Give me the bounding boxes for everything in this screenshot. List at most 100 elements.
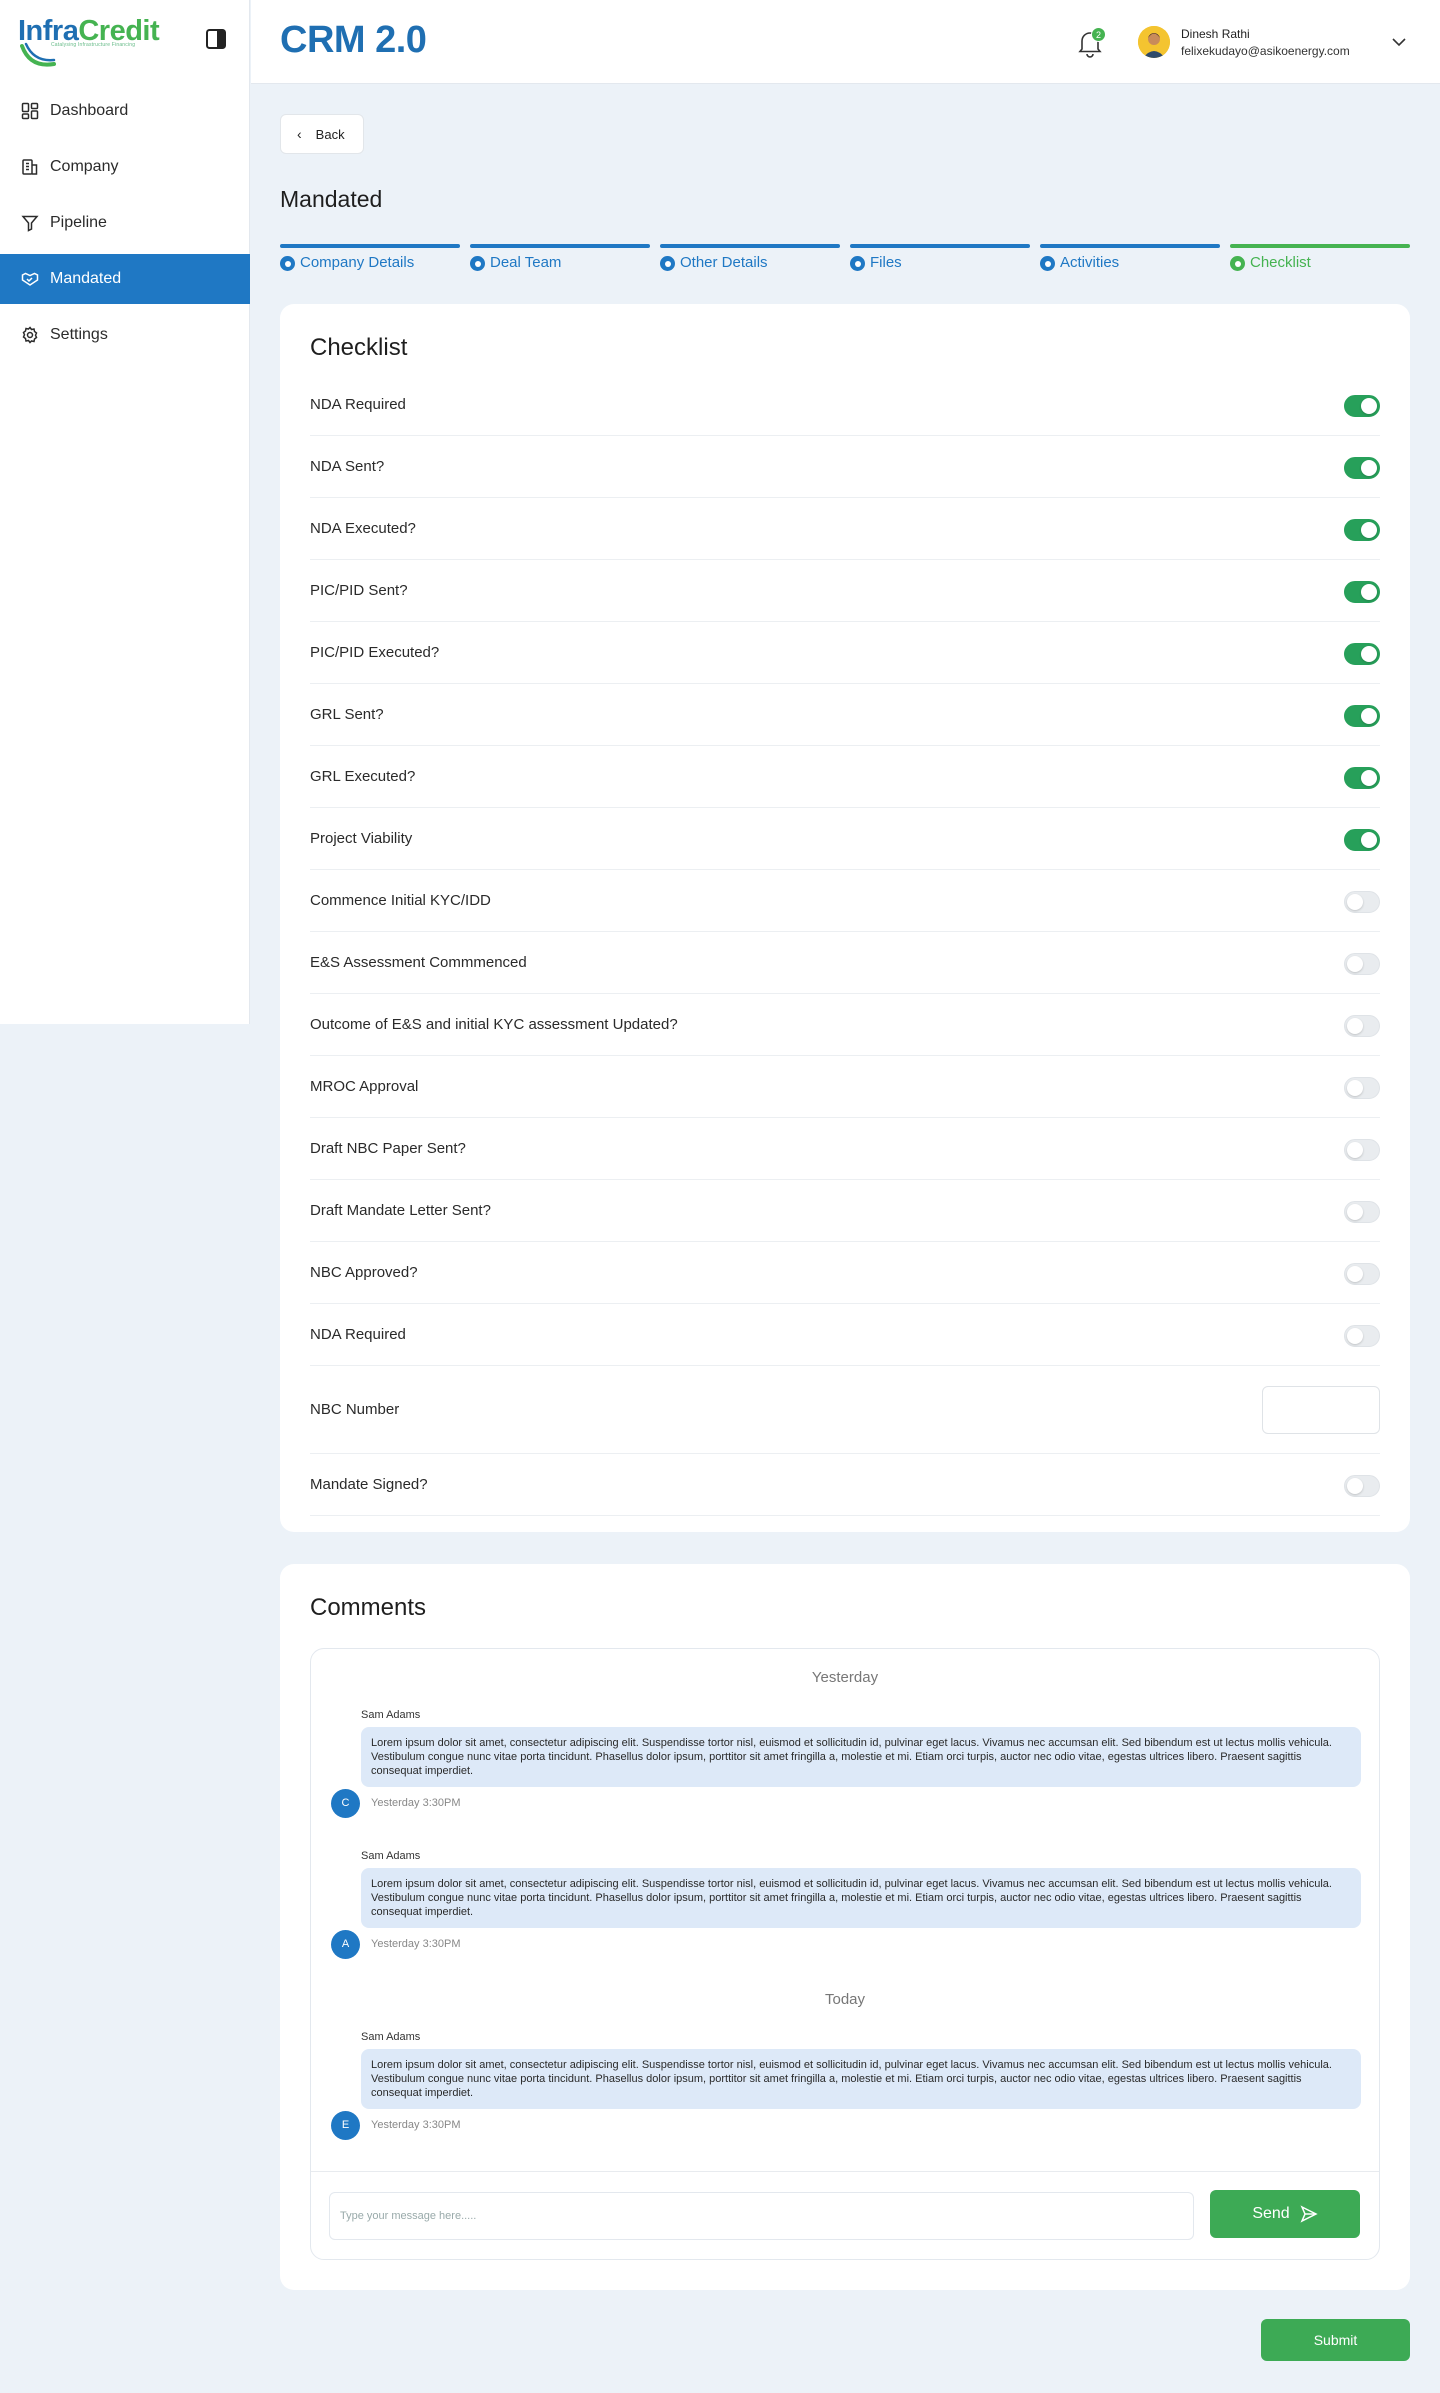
step-dot-icon xyxy=(660,256,675,271)
checklist-row-mandate-signed: Mandate Signed? xyxy=(310,1454,1380,1516)
step-bar xyxy=(1230,244,1410,248)
step-files[interactable]: Files xyxy=(850,244,1030,274)
checklist-item-label: E&S Assessment Commmenced xyxy=(310,954,527,971)
checklist-toggle[interactable] xyxy=(1344,1263,1380,1285)
comment-time: Yesterday 3:30PM xyxy=(371,1797,461,1809)
infracredit-logo[interactable]: InfraCredit Catalysing Infrastructure Fi… xyxy=(18,14,160,67)
toggle-knob xyxy=(1361,460,1377,476)
step-bar xyxy=(1040,244,1220,248)
step-bar xyxy=(470,244,650,248)
checklist-toggle[interactable] xyxy=(1344,953,1380,975)
sidebar: InfraCredit Catalysing Infrastructure Fi… xyxy=(0,0,250,1024)
checklist-toggle[interactable] xyxy=(1344,705,1380,727)
step-progress: Company Details Deal Team Other Details … xyxy=(280,244,1410,274)
toggle-knob xyxy=(1361,398,1377,414)
logo-tagline: Catalysing Infrastructure Financing xyxy=(51,42,136,48)
comment-author: Sam Adams xyxy=(361,1850,421,1862)
back-button-label: Back xyxy=(315,126,345,142)
comment-author: Sam Adams xyxy=(361,2031,421,2043)
checklist-item-label: NBC Approved? xyxy=(310,1264,418,1281)
comment-composer: Send xyxy=(311,2171,1379,2259)
checklist-row: GRL Sent? xyxy=(310,684,1380,746)
checklist-item-label: Draft Mandate Letter Sent? xyxy=(310,1202,491,1219)
checklist-toggle[interactable] xyxy=(1344,1139,1380,1161)
checklist-toggle[interactable] xyxy=(1344,891,1380,913)
sidebar-item-label: Settings xyxy=(50,326,108,343)
step-dot-icon xyxy=(280,256,295,271)
checklist-item-label: NDA Executed? xyxy=(310,520,416,537)
checklist-row: MROC Approval xyxy=(310,1056,1380,1118)
toggle-knob xyxy=(1347,1328,1363,1344)
checklist-toggle[interactable] xyxy=(1344,581,1380,603)
step-checklist[interactable]: Checklist xyxy=(1230,244,1410,274)
step-dot-icon xyxy=(1230,256,1245,271)
send-button-label: Send xyxy=(1252,2205,1290,2222)
handshake-icon xyxy=(20,269,40,289)
checklist-item-label: NDA Required xyxy=(310,1326,406,1343)
sidebar-item-dashboard[interactable]: Dashboard xyxy=(0,86,250,136)
avatar-person-icon xyxy=(1138,26,1170,58)
nbc-number-label: NBC Number xyxy=(310,1401,400,1418)
checklist-toggle[interactable] xyxy=(1344,1325,1380,1347)
sidebar-toggle-icon[interactable] xyxy=(205,28,227,50)
checklist-toggle[interactable] xyxy=(1344,643,1380,665)
step-label: Other Details xyxy=(680,254,768,271)
checklist-row: E&S Assessment Commmenced xyxy=(310,932,1380,994)
toggle-knob xyxy=(1361,646,1377,662)
toggle-knob xyxy=(1347,894,1363,910)
checklist-item-label: Draft NBC Paper Sent? xyxy=(310,1140,466,1157)
checklist-toggle[interactable] xyxy=(1344,767,1380,789)
toggle-knob xyxy=(1361,832,1377,848)
checklist-row: Commence Initial KYC/IDD xyxy=(310,870,1380,932)
submit-button[interactable]: Submit xyxy=(1261,2319,1410,2361)
toggle-knob xyxy=(1347,1018,1363,1034)
step-activities[interactable]: Activities xyxy=(1040,244,1220,274)
step-dot-icon xyxy=(470,256,485,271)
checklist-item-label: PIC/PID Sent? xyxy=(310,582,408,599)
step-label: Checklist xyxy=(1250,254,1311,271)
step-bar xyxy=(280,244,460,248)
checklist-row: Project Viability xyxy=(310,808,1380,870)
step-label: Deal Team xyxy=(490,254,562,271)
checklist-toggle[interactable] xyxy=(1344,829,1380,851)
sidebar-item-mandated[interactable]: Mandated xyxy=(0,254,250,304)
checklist-toggle[interactable] xyxy=(1344,1201,1380,1223)
checklist-item-label: MROC Approval xyxy=(310,1078,419,1095)
sidebar-item-label: Pipeline xyxy=(50,214,107,231)
checklist-toggle[interactable] xyxy=(1344,1015,1380,1037)
toggle-knob xyxy=(1361,522,1377,538)
checklist-row: GRL Executed? xyxy=(310,746,1380,808)
comments-thread: Yesterday Sam Adams Lorem ipsum dolor si… xyxy=(310,1648,1380,2260)
comment-avatar: A xyxy=(331,1930,360,1959)
checklist-item-label: Project Viability xyxy=(310,830,413,847)
checklist-item-label: Commence Initial KYC/IDD xyxy=(310,892,491,909)
message-input[interactable] xyxy=(329,2192,1194,2240)
mandate-signed-toggle[interactable] xyxy=(1344,1475,1380,1497)
step-deal-team[interactable]: Deal Team xyxy=(470,244,650,274)
checklist-row: NDA Executed? xyxy=(310,498,1380,560)
checklist-toggle[interactable] xyxy=(1344,395,1380,417)
checklist-toggle[interactable] xyxy=(1344,1077,1380,1099)
toggle-knob xyxy=(1347,956,1363,972)
send-icon xyxy=(1300,2205,1318,2223)
back-button[interactable]: ‹ Back xyxy=(280,114,364,154)
step-company-details[interactable]: Company Details xyxy=(280,244,460,274)
nbc-number-input[interactable] xyxy=(1262,1386,1380,1434)
chevron-down-icon[interactable] xyxy=(1391,36,1407,48)
sidebar-item-company[interactable]: Company xyxy=(0,142,250,192)
sidebar-item-settings[interactable]: Settings xyxy=(0,310,250,360)
app-title: CRM 2.0 xyxy=(280,19,427,61)
funnel-icon xyxy=(20,213,40,233)
step-other-details[interactable]: Other Details xyxy=(660,244,840,274)
comments-title: Comments xyxy=(310,1594,427,1621)
user-avatar[interactable] xyxy=(1138,26,1170,58)
checklist-toggle[interactable] xyxy=(1344,457,1380,479)
gear-icon xyxy=(20,325,40,345)
comment-bubble: Lorem ipsum dolor sit amet, consectetur … xyxy=(361,1868,1361,1928)
send-button[interactable]: Send xyxy=(1210,2190,1360,2238)
sidebar-item-label: Company xyxy=(50,158,119,175)
checklist-toggle[interactable] xyxy=(1344,519,1380,541)
sidebar-item-pipeline[interactable]: Pipeline xyxy=(0,198,250,248)
sidebar-item-label: Dashboard xyxy=(50,102,129,119)
top-header: CRM 2.0 2 Dinesh Rathi felixekudayo@asik… xyxy=(251,0,1440,84)
